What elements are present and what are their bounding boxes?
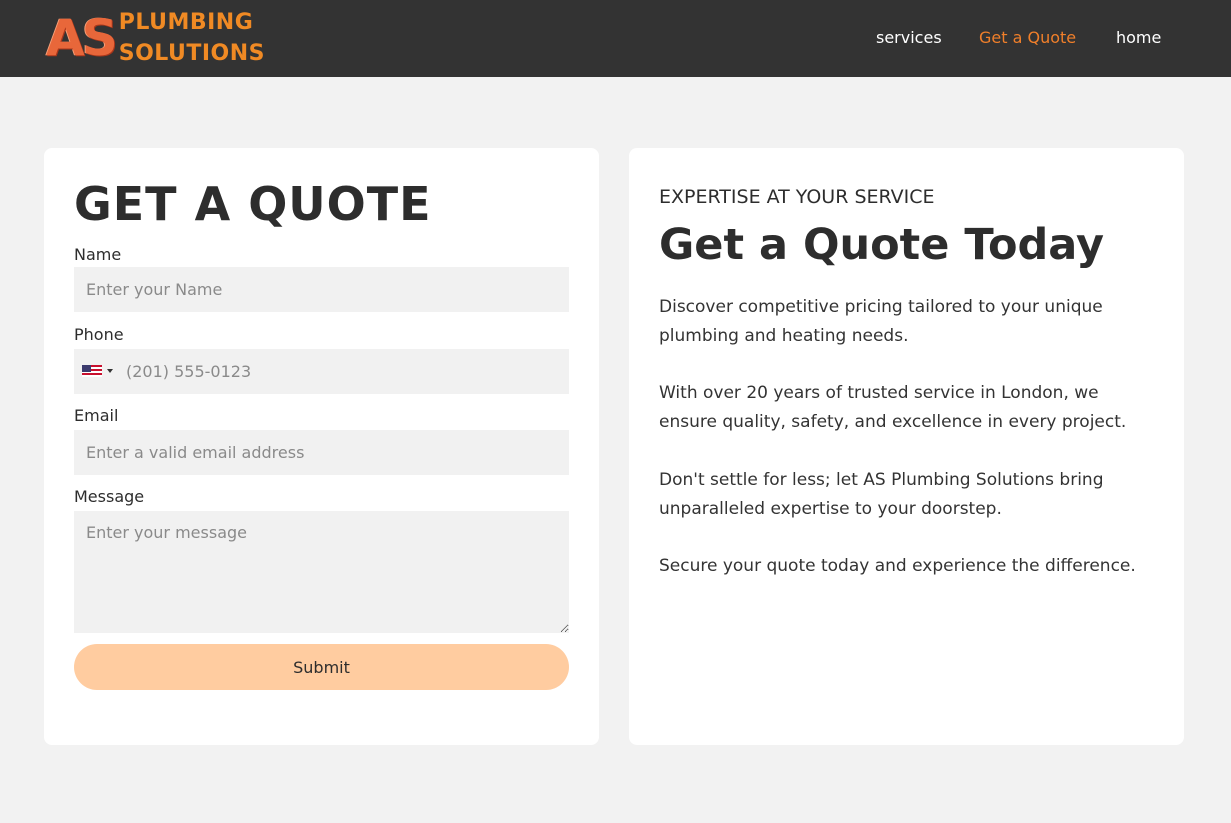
logo-line-1: PLUMBING <box>118 10 254 35</box>
name-input[interactable] <box>74 267 569 312</box>
phone-input[interactable] <box>114 349 569 394</box>
chevron-down-icon <box>107 369 113 373</box>
nav-link-get-a-quote[interactable]: Get a Quote <box>979 27 1076 49</box>
name-label: Name <box>74 245 122 264</box>
quote-info-card: EXPERTISE AT YOUR SERVICE Get a Quote To… <box>629 148 1184 745</box>
site-logo[interactable]: AS PLUMBING SOLUTIONS <box>46 10 291 66</box>
us-flag-icon <box>82 365 102 377</box>
info-eyebrow: EXPERTISE AT YOUR SERVICE <box>659 186 935 208</box>
info-title: Get a Quote Today <box>659 220 1105 270</box>
message-label: Message <box>74 487 145 506</box>
site-header: AS PLUMBING SOLUTIONS services Get a Quo… <box>0 0 1231 77</box>
quote-form-card: GET A QUOTE Name Phone Email Message Sub… <box>44 148 599 745</box>
phone-field <box>74 349 569 394</box>
info-paragraph: Discover competitive pricing tailored to… <box>659 297 1103 346</box>
email-label: Email <box>74 406 119 425</box>
logo-wordmark: PLUMBING SOLUTIONS <box>119 7 265 69</box>
logo-mark: AS <box>46 9 118 67</box>
nav-link-home[interactable]: home <box>1116 27 1161 49</box>
info-paragraph: With over 20 years of trusted service in… <box>659 383 1127 432</box>
logo-line-2: SOLUTIONS <box>118 41 266 66</box>
email-input[interactable] <box>74 430 569 475</box>
nav-link-services[interactable]: services <box>876 27 942 49</box>
info-paragraph: Secure your quote today and experience t… <box>659 556 1136 576</box>
form-title: GET A QUOTE <box>74 177 432 231</box>
country-selector[interactable] <box>82 364 118 378</box>
submit-button[interactable]: Submit <box>74 644 569 690</box>
phone-label: Phone <box>74 325 124 344</box>
message-textarea[interactable] <box>74 511 569 633</box>
info-paragraph: Don't settle for less; let AS Plumbing S… <box>659 470 1104 519</box>
